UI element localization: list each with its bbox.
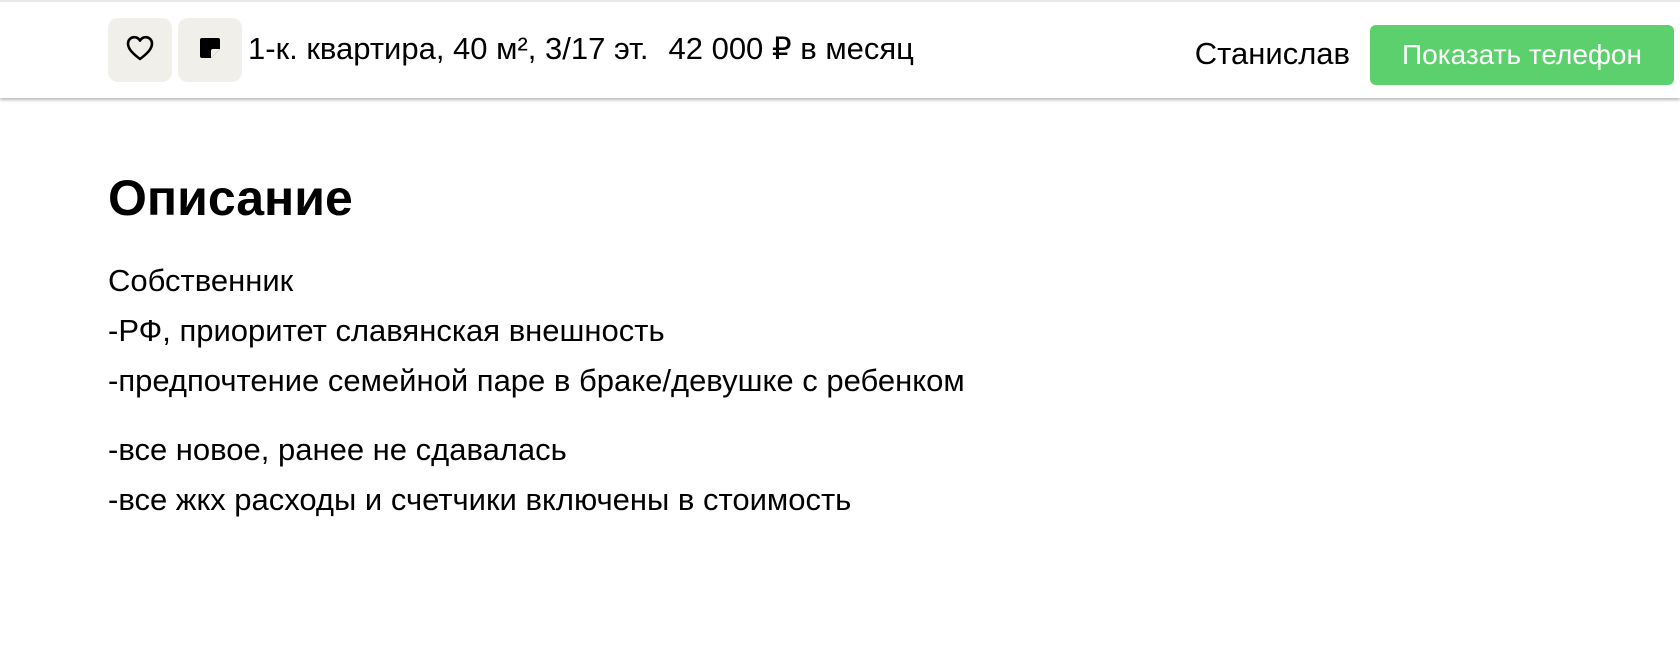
description-line: -все жкх расходы и счетчики включены в с…: [108, 482, 852, 517]
description-line: -РФ, приоритет славянская внешность: [108, 313, 665, 348]
section-title: Описание: [108, 170, 353, 226]
seller-name-link[interactable]: Станислав: [1195, 34, 1350, 74]
sticky-header: 1-к. квартира, 40 м², 3/17 эт. 42 000 ₽ в…: [0, 0, 1680, 98]
note-button[interactable]: [178, 18, 242, 82]
listing-price: 42 000 ₽ в месяц: [668, 31, 914, 66]
listing-title: 1-к. квартира, 40 м², 3/17 эт.: [248, 31, 649, 66]
favorite-button[interactable]: [108, 18, 172, 82]
listing-summary: 1-к. квартира, 40 м², 3/17 эт. 42 000 ₽ в…: [248, 29, 914, 69]
description-line: -предпочтение семейной паре в браке/деву…: [108, 363, 965, 398]
description-section: Описание Собственник -РФ, приоритет слав…: [108, 166, 1508, 525]
heart-icon: [126, 35, 154, 66]
show-phone-button[interactable]: Показать телефон: [1370, 25, 1674, 85]
note-icon: [198, 36, 222, 65]
description-text: Собственник -РФ, приоритет славянская вн…: [108, 256, 1508, 525]
description-line: Собственник: [108, 263, 294, 298]
description-line: -все новое, ранее не сдавалась: [108, 432, 567, 467]
